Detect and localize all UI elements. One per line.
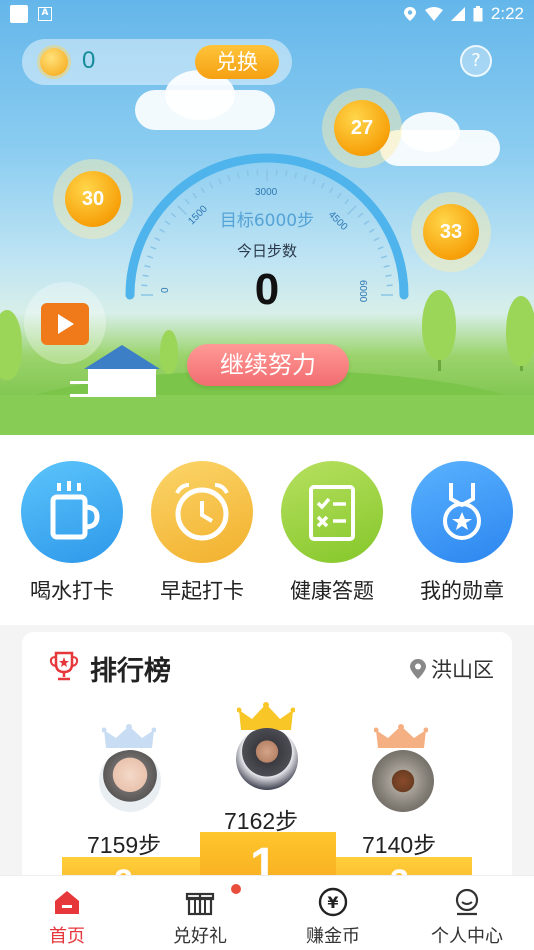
rank-steps: 7162步 — [224, 808, 299, 834]
action-my-medals[interactable]: 我的勋章 — [397, 461, 527, 605]
profile-icon — [455, 888, 479, 916]
rank-steps: 7140步 — [362, 832, 437, 858]
gauge-target-label: 目标6000步 — [219, 211, 315, 231]
gauge-tick — [209, 182, 214, 189]
ranking-card: 排行榜 洪山区 7159步 7162步 7140步 2 1 3 — [22, 632, 512, 892]
continue-button[interactable]: 继续努力 — [187, 344, 349, 386]
silver-crown-icon — [102, 724, 156, 748]
gauge-tick — [184, 198, 190, 205]
tree — [160, 330, 178, 374]
notification-dot — [231, 884, 241, 894]
battery-icon — [473, 6, 483, 22]
trophy-icon — [49, 651, 79, 681]
checklist-icon — [281, 461, 383, 563]
tree — [0, 310, 22, 380]
medal-icon — [411, 461, 513, 563]
tab-earn-coins[interactable]: ¥ 赚金币 — [266, 884, 400, 948]
avatar[interactable] — [99, 750, 161, 812]
gift-icon — [185, 892, 215, 916]
gauge-tick — [236, 172, 240, 179]
tab-profile[interactable]: 个人中心 — [400, 884, 534, 948]
home-icon — [55, 891, 79, 914]
gauge-tick — [227, 174, 231, 182]
location-icon — [403, 7, 416, 21]
rank-steps: 7159步 — [87, 832, 162, 858]
action-label: 喝水打卡 — [30, 579, 114, 603]
bottom-tab-bar: 首页 兑好礼 ¥ 赚金币 个人中心 — [0, 875, 534, 950]
action-label: 早起打卡 — [160, 579, 244, 603]
wifi-icon — [424, 7, 443, 21]
coin-balance-bar: 0 兑换 — [22, 39, 292, 85]
gauge-tick — [246, 170, 249, 177]
status-time: 2:22 — [490, 4, 524, 23]
gauge-tick — [329, 187, 334, 194]
hero-section: 0 兑换 ? 30 27 33 0 1500 3000 4500 6000 目标… — [0, 0, 534, 435]
tab-gifts[interactable]: 兑好礼 — [133, 884, 267, 948]
ground — [0, 395, 534, 435]
tab-home[interactable]: 首页 — [0, 884, 134, 948]
gauge-tick — [294, 172, 298, 179]
action-label: 我的勋章 — [420, 579, 504, 603]
coin-icon — [40, 48, 68, 76]
action-health-quiz[interactable]: 健康答题 — [267, 461, 397, 605]
action-label: 健康答题 — [290, 579, 374, 603]
quick-actions: 喝水打卡 早起打卡 健康答题 我的勋章 — [0, 435, 534, 625]
gauge-tick — [285, 170, 288, 177]
gauge-tick — [200, 187, 205, 194]
gauge-tick — [312, 178, 316, 185]
action-drink-water[interactable]: 喝水打卡 — [7, 461, 137, 605]
cup-icon — [21, 461, 123, 563]
alarm-clock-icon — [151, 461, 253, 563]
gauge-tick — [336, 192, 342, 199]
tab-label: 个人中心 — [431, 926, 503, 947]
location-label: 洪山区 — [431, 658, 494, 682]
tab-label: 兑好礼 — [173, 926, 227, 947]
exchange-button[interactable]: 兑换 — [195, 45, 279, 79]
gauge-tick-label: 3000 — [255, 187, 278, 198]
gauge-subtitle: 今日步数 — [236, 242, 297, 260]
action-early-rise[interactable]: 早起打卡 — [137, 461, 267, 605]
tab-label: 首页 — [49, 926, 85, 947]
tab-label: 赚金币 — [306, 926, 360, 947]
signal-icon — [450, 7, 465, 21]
video-reward-button[interactable] — [41, 303, 89, 345]
ranking-title: 排行榜 — [90, 656, 171, 687]
status-bar: A 2:22 — [0, 0, 534, 28]
gauge-tick — [218, 178, 222, 185]
location-selector[interactable]: 洪山区 — [409, 654, 494, 684]
gauge-tick — [192, 192, 198, 199]
gauge-tick — [303, 174, 307, 182]
bronze-crown-icon — [374, 724, 428, 748]
avatar[interactable] — [372, 750, 434, 812]
svg-text:¥: ¥ — [327, 893, 338, 912]
coin-balance: 0 — [82, 47, 96, 74]
avatar[interactable] — [236, 728, 298, 790]
gauge-tick — [344, 198, 350, 205]
notification-icon — [10, 5, 28, 23]
a-icon: A — [38, 7, 52, 21]
yen-coin-icon: ¥ — [318, 887, 348, 917]
gauge-tick — [320, 182, 325, 189]
help-icon[interactable]: ? — [460, 45, 492, 77]
play-icon — [58, 314, 74, 334]
location-pin-icon — [410, 659, 426, 679]
